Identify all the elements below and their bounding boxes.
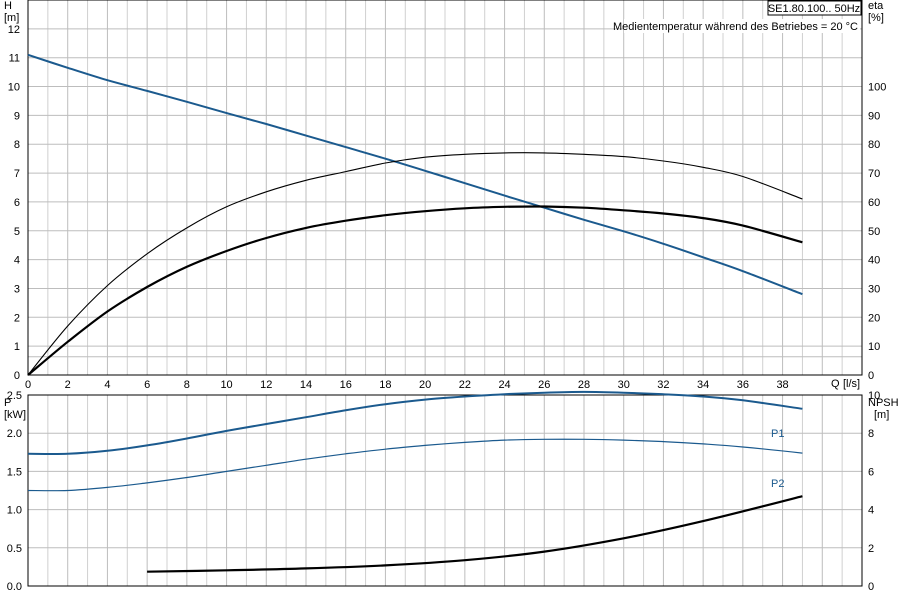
power-p2-curve: [27, 438, 803, 492]
top-left-tick-label: 12: [8, 24, 20, 36]
x-tick-label: 20: [419, 379, 431, 391]
top-right-axis-label-1: eta: [868, 0, 884, 12]
top-right-tick-label: 100: [868, 82, 886, 94]
x-tick-label: 22: [459, 379, 471, 391]
bottom-right-axis-label-1: NPSH: [868, 397, 899, 409]
top-left-tick-label: 5: [14, 226, 20, 238]
x-tick-label: 6: [144, 379, 150, 391]
x-tick-label: 26: [538, 379, 550, 391]
bottom-grid: [28, 356, 862, 586]
top-right-tick-label: 20: [868, 312, 880, 324]
top-grid: [28, 0, 862, 375]
top-left-tick-label: 10: [8, 82, 20, 94]
top-left-tick-label: 3: [14, 283, 20, 295]
bottom-left-tick-label: 2.0: [7, 428, 22, 440]
bottom-right-tick-label: 0: [868, 581, 874, 593]
x-tick-label: 12: [260, 379, 272, 391]
x-tick-label: 28: [578, 379, 590, 391]
x-tick-label: 34: [697, 379, 709, 391]
top-left-tick-label: 1: [14, 341, 20, 353]
temperature-annotation: Medientemperatur während des Betriebes =…: [613, 21, 858, 33]
top-right-tick-label: 30: [868, 283, 880, 295]
bottom-right-tick-label: 4: [868, 505, 874, 517]
top-right-tick-label: 80: [868, 139, 880, 151]
bottom-right-axis-label-2: [m]: [874, 409, 889, 421]
bottom-right-tick-label: 6: [868, 466, 874, 478]
top-left-axis-label-1: H: [4, 0, 12, 12]
x-axis-label-q: Q: [831, 378, 840, 390]
x-tick-label: 8: [184, 379, 190, 391]
top-left-tick-label: 0: [14, 370, 20, 382]
power-p1-curve: [27, 390, 803, 456]
efficiency-curve-thin: [27, 152, 803, 376]
x-tick-label: 10: [220, 379, 232, 391]
top-right-axis-label-2: [%]: [868, 12, 884, 24]
x-tick-label: 30: [618, 379, 630, 391]
x-tick-label: 38: [776, 379, 788, 391]
top-left-tick-label: 2: [14, 312, 20, 324]
x-tick-label: 36: [737, 379, 749, 391]
bottom-left-tick-label: 0.5: [7, 543, 22, 555]
x-tick-label: 24: [498, 379, 510, 391]
top-right-tick-label: 40: [868, 255, 880, 267]
x-axis-label-unit: [l/s]: [843, 378, 860, 390]
bottom-right-tick-label: 2: [868, 543, 874, 555]
top-right-tick-label: 10: [868, 341, 880, 353]
top-right-tick-label: 90: [868, 110, 880, 122]
top-right-tick-label: 60: [868, 197, 880, 209]
bottom-left-axis-label-2: [kW]: [4, 409, 26, 421]
top-left-tick-label: 8: [14, 139, 20, 151]
x-tick-label: 2: [65, 379, 71, 391]
top-left-axis-label-2: [m]: [4, 12, 19, 24]
series-label-p1: P1: [771, 428, 784, 440]
efficiency-curve-bold: [27, 205, 803, 376]
x-tick-label: 16: [340, 379, 352, 391]
x-tick-label: 0: [25, 379, 31, 391]
bottom-right-tick-label: 8: [868, 428, 874, 440]
x-tick-label: 32: [657, 379, 669, 391]
x-tick-label: 4: [104, 379, 110, 391]
bottom-left-tick-label: 1.0: [7, 505, 22, 517]
pump-performance-chart: 0 2 4 6 8 10 12 14 16 18 20 22 24 26 28 30 32 34 36 3801234…: [4, 0, 899, 593]
top-left-tick-label: 4: [14, 255, 20, 267]
top-left-tick-label: 11: [9, 53, 20, 65]
top-left-tick-label: 9: [14, 110, 20, 122]
bottom-left-axis-label-1: P: [4, 397, 11, 409]
chart-title: SE1.80.100.. 50Hz: [768, 3, 860, 15]
top-left-tick-label: 7: [14, 168, 20, 180]
top-right-tick-label: 0: [868, 370, 874, 382]
top-right-tick-label: 70: [868, 168, 880, 180]
top-left-tick-label: 6: [14, 197, 20, 209]
series-layer: [27, 53, 803, 573]
bottom-left-tick-label: 1.5: [7, 466, 22, 478]
top-right-tick-label: 50: [868, 226, 880, 238]
series-label-p2: P2: [771, 478, 784, 490]
npsh-curve: [147, 495, 803, 573]
head-curve: [27, 53, 803, 296]
bottom-left-tick-label: 0.0: [7, 581, 22, 593]
x-tick-label: 14: [300, 379, 312, 391]
x-tick-label: 18: [379, 379, 391, 391]
